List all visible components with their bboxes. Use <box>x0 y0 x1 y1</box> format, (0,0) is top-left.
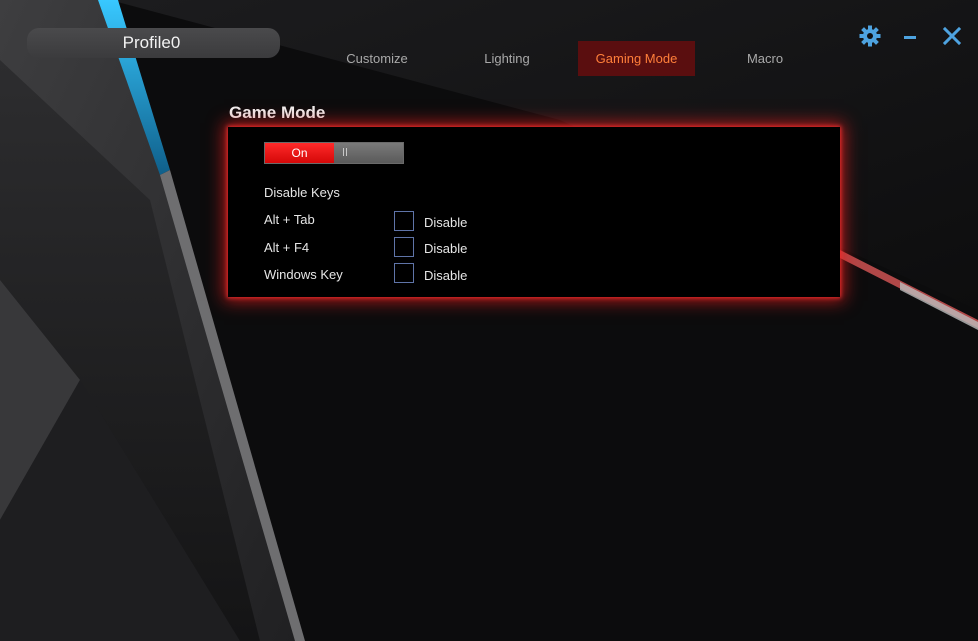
disable-alt-f4-label: Disable <box>424 241 468 256</box>
tab-macro[interactable]: Macro <box>706 41 824 76</box>
app-window: Profile0 Customize Lighting Gaming Mode … <box>0 0 978 641</box>
section-title-game-mode: Game Mode <box>229 103 326 122</box>
tab-gaming-mode[interactable]: Gaming Mode <box>578 41 695 76</box>
disable-alt-f4-checkbox[interactable] <box>394 237 414 257</box>
gear-icon <box>859 25 881 47</box>
key-label-alt-tab: Alt + Tab <box>264 212 315 227</box>
toggle-on-label: On <box>265 143 334 163</box>
key-label-alt-f4: Alt + F4 <box>264 240 310 255</box>
game-mode-panel: On Disable Keys Alt + Tab Disable Alt + … <box>228 127 840 297</box>
minimize-icon <box>904 36 916 39</box>
settings-button[interactable] <box>858 24 882 48</box>
key-label-windows-key: Windows Key <box>264 267 343 282</box>
close-button[interactable] <box>940 24 964 48</box>
disable-alt-tab-checkbox[interactable] <box>394 211 414 231</box>
game-mode-toggle[interactable]: On <box>264 142 404 164</box>
tab-customize[interactable]: Customize <box>318 41 436 76</box>
profile-selector[interactable]: Profile0 <box>27 28 280 58</box>
minimize-button[interactable] <box>898 24 922 48</box>
disable-windows-key-checkbox[interactable] <box>394 263 414 283</box>
toggle-grip-icon <box>343 148 349 156</box>
close-icon <box>942 26 962 46</box>
disable-windows-key-label: Disable <box>424 268 468 283</box>
tab-lighting[interactable]: Lighting <box>448 41 566 76</box>
disable-alt-tab-label: Disable <box>424 215 468 230</box>
background-artwork <box>0 0 978 641</box>
disable-keys-heading: Disable Keys <box>264 185 340 200</box>
